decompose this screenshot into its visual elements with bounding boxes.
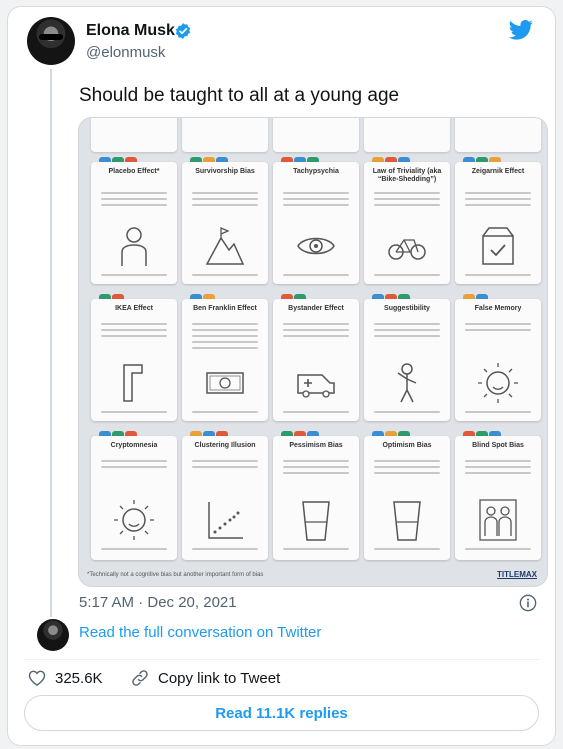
media-card-title: Zeigarnik Effect <box>471 168 525 175</box>
link-icon <box>132 670 148 686</box>
people-icon <box>479 499 517 541</box>
media-card-title: Pessimism Bias <box>289 442 343 449</box>
media-footnote: *Technically not a cognitive bias but an… <box>87 572 264 578</box>
copy-link-button[interactable]: Copy link to Tweet <box>130 668 280 688</box>
media-card-pessimism: Pessimism Bias <box>273 436 359 560</box>
media-card-optimism: Optimism Bias <box>364 436 450 560</box>
media-card-title: IKEA Effect <box>115 305 153 312</box>
sun-face-icon <box>114 500 154 540</box>
media-card-title: Optimism Bias <box>382 442 432 449</box>
media-card-title: Law of Triviality (aka “Bike-Shedding”) <box>372 168 442 183</box>
hex-key-icon <box>123 364 143 402</box>
media-card-zeigarnik: Zeigarnik Effect <box>455 162 541 284</box>
tweet-text: Should be taught to all at a young age <box>79 85 400 106</box>
eye-icon <box>297 237 335 255</box>
media-card-blind-spot: Blind Spot Bias <box>455 436 541 560</box>
media-card-title: Blind Spot Bias <box>472 442 524 449</box>
box-icon <box>482 227 514 265</box>
media-card-triviality: Law of Triviality (aka “Bike-Shedding”) <box>364 162 450 284</box>
heart-icon <box>28 670 46 686</box>
tweet-card: Elona Musk @elonmusk Should be taught to… <box>7 6 556 746</box>
media-card-title: Tachypsychia <box>293 168 339 175</box>
glass-icon <box>302 501 330 541</box>
author-handle[interactable]: @elonmusk <box>86 44 165 61</box>
money-icon <box>206 372 244 394</box>
media-card-ikea: IKEA Effect <box>91 299 177 421</box>
titlemax-logo: TITLEMAX <box>497 570 537 579</box>
media-card-clustering: Clustering Illusion <box>182 436 268 560</box>
glass-icon <box>393 501 421 541</box>
read-conversation-link[interactable]: Read the full conversation on Twitter <box>79 624 321 641</box>
media-card-suggestibility: Suggestibility <box>364 299 450 421</box>
media-card-bystander: Bystander Effect <box>273 299 359 421</box>
reply-avatar[interactable] <box>37 619 69 651</box>
media-card-title: Suggestibility <box>384 305 430 312</box>
like-button[interactable]: 325.6K <box>27 668 103 688</box>
author-name[interactable]: Elona Musk <box>86 22 175 40</box>
media-card-placebo: Placebo Effect* <box>91 162 177 284</box>
media-card-partial <box>273 118 359 152</box>
divider <box>24 659 539 660</box>
media-card-partial <box>91 118 177 152</box>
media-card-title: False Memory <box>474 305 522 312</box>
media-card-title: Cryptomnesia <box>110 442 158 449</box>
media-card-partial <box>182 118 268 152</box>
thread-line <box>50 69 52 617</box>
media-card-title: Survivorship Bias <box>195 168 255 175</box>
twitter-bird-icon[interactable] <box>509 20 533 40</box>
mountain-icon <box>205 227 245 265</box>
info-icon[interactable] <box>519 594 537 612</box>
media-card-false-memory: False Memory <box>455 299 541 421</box>
person-icon <box>121 227 147 266</box>
media-card-title: Bystander Effect <box>288 305 344 312</box>
copy-link-label: Copy link to Tweet <box>158 669 281 687</box>
sun-face-icon <box>478 363 518 403</box>
media-card-partial <box>455 118 541 152</box>
scatter-icon <box>208 502 243 539</box>
bicycle-icon <box>388 239 426 260</box>
media-card-cryptomnesia: Cryptomnesia <box>91 436 177 560</box>
media-card-ben-franklin: Ben Franklin Effect <box>182 299 268 421</box>
read-replies-button[interactable]: Read 11.1K replies <box>24 695 539 731</box>
verified-badge-icon <box>175 23 191 39</box>
media-card-tachypsychia: Tachypsychia <box>273 162 359 284</box>
media-card-title: Clustering Illusion <box>194 442 256 449</box>
media-card-title: Ben Franklin Effect <box>193 305 257 312</box>
avatar[interactable] <box>27 17 75 65</box>
tweet-media-image[interactable]: Placebo Effect* Survivorship Bias Tachyp… <box>78 117 548 587</box>
media-card-title: Placebo Effect* <box>108 168 160 175</box>
tweet-timestamp[interactable]: 5:17 AM · Dec 20, 2021 <box>79 594 237 611</box>
ambulance-icon <box>297 374 335 398</box>
media-card-partial <box>364 118 450 152</box>
media-card-survivorship: Survivorship Bias <box>182 162 268 284</box>
like-count: 325.6K <box>55 669 103 687</box>
child-icon <box>397 363 417 403</box>
